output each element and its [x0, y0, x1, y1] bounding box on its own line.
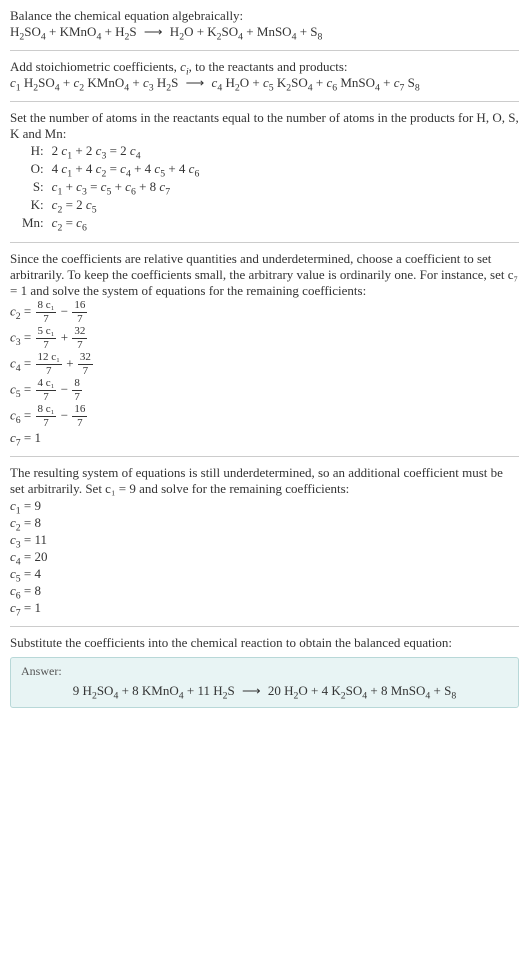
coef-line: c5 = 4 [10, 566, 519, 582]
coef-line: c7 = 1 [10, 600, 519, 616]
underdetermined-1-section: Since the coefficients are relative quan… [10, 251, 519, 446]
answer-label: Answer: [21, 664, 508, 679]
coef-line: c7 = 1 [10, 430, 519, 446]
balance-eq: c2 = c6 [48, 214, 204, 232]
coef-line: c4 = 20 [10, 549, 519, 565]
coef-line: c5 = 4 c₁7 − 87 [10, 378, 519, 403]
divider [10, 456, 519, 457]
atom-balance-intro: Set the number of atoms in the reactants… [10, 110, 519, 142]
element-label: K: [18, 196, 48, 214]
coef-line: c2 = 8 [10, 515, 519, 531]
divider [10, 101, 519, 102]
element-label: H: [18, 142, 48, 160]
answer-equation: 9 H2SO4 + 8 KMnO4 + 11 H2S ⟶ 20 H2O + 4 … [21, 683, 508, 699]
table-row: Mn: c2 = c6 [18, 214, 203, 232]
intro-equation: H2SO4 + KMnO4 + H2S ⟶ H2O + K2SO4 + MnSO… [10, 24, 519, 40]
intro-text: Balance the chemical equation algebraica… [10, 8, 519, 24]
stoich-equation: c1 H2SO4 + c2 KMnO4 + c3 H2S ⟶ c4 H2O + … [10, 75, 519, 91]
balance-eq: c2 = 2 c5 [48, 196, 204, 214]
atom-balance-table: H: 2 c1 + 2 c3 = 2 c4 O: 4 c1 + 4 c2 = c… [18, 142, 203, 232]
table-row: S: c1 + c3 = c5 + c6 + 8 c7 [18, 178, 203, 196]
coef-line: c6 = 8 [10, 583, 519, 599]
balance-eq: 4 c1 + 4 c2 = c4 + 4 c5 + 4 c6 [48, 160, 204, 178]
balance-eq: 2 c1 + 2 c3 = 2 c4 [48, 142, 204, 160]
coef-line: c3 = 11 [10, 532, 519, 548]
coef-line: c4 = 12 c₁7 + 327 [10, 352, 519, 377]
answer-box: Answer: 9 H2SO4 + 8 KMnO4 + 11 H2S ⟶ 20 … [10, 657, 519, 708]
underdet2-para: The resulting system of equations is sti… [10, 465, 519, 497]
balance-eq: c1 + c3 = c5 + c6 + 8 c7 [48, 178, 204, 196]
integer-solutions: c1 = 9 c2 = 8 c3 = 11 c4 = 20 c5 = 4 c6 … [10, 498, 519, 616]
divider [10, 626, 519, 627]
coef-line: c1 = 9 [10, 498, 519, 514]
element-label: S: [18, 178, 48, 196]
element-label: Mn: [18, 214, 48, 232]
underdet1-para: Since the coefficients are relative quan… [10, 251, 519, 299]
atom-balance-section: Set the number of atoms in the reactants… [10, 110, 519, 232]
coef-line: c2 = 8 c₁7 − 167 [10, 300, 519, 325]
stoich-section: Add stoichiometric coefficients, ci, to … [10, 59, 519, 91]
underdetermined-2-section: The resulting system of equations is sti… [10, 465, 519, 616]
intro-section: Balance the chemical equation algebraica… [10, 8, 519, 40]
table-row: K: c2 = 2 c5 [18, 196, 203, 214]
table-row: H: 2 c1 + 2 c3 = 2 c4 [18, 142, 203, 160]
stoich-text: Add stoichiometric coefficients, ci, to … [10, 59, 519, 75]
divider [10, 50, 519, 51]
final-para: Substitute the coefficients into the che… [10, 635, 519, 651]
table-row: O: 4 c1 + 4 c2 = c4 + 4 c5 + 4 c6 [18, 160, 203, 178]
coef-line: c6 = 8 c₁7 − 167 [10, 404, 519, 429]
divider [10, 242, 519, 243]
coef-line: c3 = 5 c₁7 + 327 [10, 326, 519, 351]
fractional-solutions: c2 = 8 c₁7 − 167 c3 = 5 c₁7 + 327 c4 = 1… [10, 300, 519, 446]
element-label: O: [18, 160, 48, 178]
final-section: Substitute the coefficients into the che… [10, 635, 519, 708]
